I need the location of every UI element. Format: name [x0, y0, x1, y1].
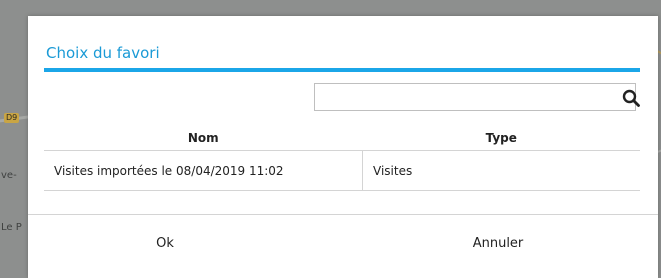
search-input[interactable]: [315, 84, 617, 108]
search-field[interactable]: [314, 83, 640, 111]
cell-type[interactable]: Visites: [362, 150, 640, 191]
column-header-name[interactable]: Nom: [44, 126, 363, 151]
column-header-type[interactable]: Type: [362, 126, 640, 151]
route-badge: D9: [4, 113, 20, 123]
table-row[interactable]: Visites importées le 08/04/2019 11:02 Vi…: [44, 150, 640, 191]
cell-name[interactable]: Visites importées le 08/04/2019 11:02: [44, 150, 363, 191]
favorite-chooser-dialog: Choix du favori Nom Type Visites importé…: [28, 16, 658, 278]
table-header-row: Nom Type: [44, 126, 640, 151]
map-label: Le P: [1, 222, 22, 233]
footer-divider: [28, 214, 658, 215]
cancel-button[interactable]: Annuler: [458, 230, 538, 258]
dialog-title: Choix du favori: [46, 44, 160, 62]
search-icon[interactable]: [622, 89, 640, 107]
ok-button[interactable]: Ok: [130, 230, 200, 258]
map-label: ve-: [1, 170, 17, 181]
favorites-table: Nom Type Visites importées le 08/04/2019…: [44, 126, 640, 191]
title-divider: [44, 68, 640, 72]
